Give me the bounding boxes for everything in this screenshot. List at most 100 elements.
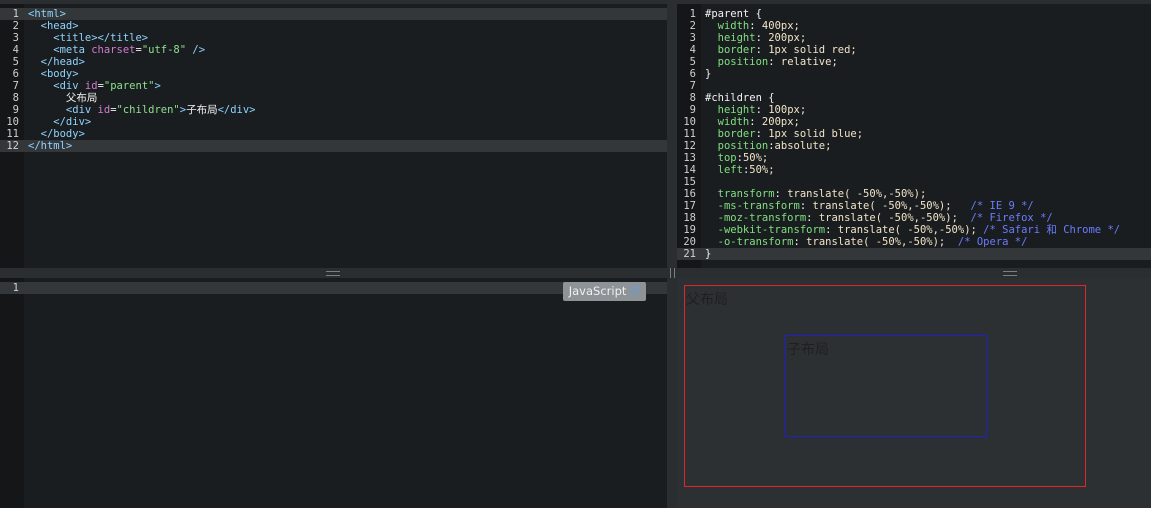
code-token: <meta (28, 44, 92, 56)
code-text: <head> (28, 20, 79, 32)
code-token: absolute; (774, 140, 832, 152)
code-token: : (793, 236, 807, 248)
code-line[interactable]: 8 父布局 (0, 92, 667, 104)
css-code-lines[interactable]: 1 #parent {2 width: 400px; 3 height: 200px… (677, 8, 1151, 260)
code-token: </head> (28, 56, 85, 68)
code-token: </body> (28, 128, 85, 140)
code-line[interactable]: 10 width: 200px; (677, 116, 1151, 128)
code-line[interactable]: 1 <html> (0, 8, 667, 20)
code-token: -o-transform (705, 236, 794, 248)
code-token: /> (186, 44, 206, 56)
code-line[interactable]: 7 (677, 80, 1151, 92)
code-line[interactable]: 3 height: 200px; (677, 32, 1151, 44)
code-text: </html> (28, 140, 72, 152)
code-line[interactable]: 9 <div id="children">子布局</div> (0, 104, 667, 116)
code-token: height (705, 32, 756, 44)
splitter-grip[interactable] (326, 271, 340, 276)
code-token: border (705, 128, 756, 140)
code-token: : (755, 44, 769, 56)
splitter-grip[interactable] (670, 268, 675, 278)
code-line[interactable]: 11 border: 1px solid blue; (677, 128, 1151, 140)
code-line[interactable]: 4 border: 1px solid red; (677, 44, 1151, 56)
right-horizontal-splitter[interactable] (677, 268, 1151, 278)
code-line[interactable]: 12 </html> (0, 140, 667, 152)
line-number: 13 (683, 152, 696, 164)
line-number: 3 (689, 32, 696, 44)
code-token: translate( -50%,-50%); (787, 188, 927, 200)
html-editor-pane[interactable]: 1 <html> 2 <head> 3 <title></title> 4 <meta … (0, 4, 667, 268)
code-line[interactable]: 16 transform: translate( -50%,-50%); (677, 188, 1151, 200)
code-token: : (749, 20, 762, 32)
preview-children-text: 子布局 (787, 342, 829, 358)
code-line[interactable]: 8 #children { (677, 92, 1151, 104)
code-text: transform: translate( -50%,-50%); (705, 188, 927, 200)
code-token: -moz-transform (705, 212, 807, 224)
code-line[interactable]: 5 </head> (0, 56, 667, 68)
code-line[interactable]: 1 #parent { (677, 8, 1151, 20)
code-token: #parent { (705, 8, 762, 20)
line-number: 1 (12, 8, 19, 20)
html-code-lines[interactable]: 1 <html> 2 <head> 3 <title></title> 4 <meta … (0, 8, 667, 152)
line-number: 10 (6, 116, 19, 128)
code-line[interactable]: 5 position: relative; (677, 56, 1151, 68)
code-text: height: 100px; (705, 104, 807, 116)
line-number: 1 (689, 8, 696, 20)
expand-arrows-icon[interactable]: ⤧ (630, 284, 640, 298)
code-line[interactable]: 6 <body> (0, 68, 667, 80)
code-token: : (806, 212, 819, 224)
code-token: left (705, 164, 743, 176)
code-token: translate( -50%,-50%); (837, 224, 977, 236)
code-line[interactable]: 10 </div> (0, 116, 667, 128)
code-line[interactable]: 18 -moz-transform: translate( -50%,-50%)… (677, 212, 1151, 224)
splitter-grip[interactable] (1003, 271, 1017, 276)
line-number: 5 (689, 56, 696, 68)
code-text: } (705, 68, 711, 80)
language-badge[interactable]: JavaScript ⤧ (562, 282, 646, 301)
code-token: -ms-transform (705, 200, 800, 212)
line-number: 19 (683, 224, 696, 236)
code-token: relative; (780, 56, 838, 68)
code-line[interactable]: 17 -ms-transform: translate( -50%,-50%);… (677, 200, 1151, 212)
code-line[interactable]: 12 position:absolute; (677, 140, 1151, 152)
line-number: 2 (12, 20, 19, 32)
line-number: 10 (683, 116, 696, 128)
result-preview-pane[interactable]: 父布局 子布局 (677, 278, 1151, 508)
code-token: "parent" (103, 80, 155, 92)
code-line[interactable]: 2 <head> (0, 20, 667, 32)
code-line[interactable]: 6} (677, 68, 1151, 80)
line-number: 3 (12, 32, 19, 44)
code-text: -moz-transform: translate( -50%,-50%); /… (705, 212, 1053, 224)
code-line[interactable]: 21} (677, 248, 1151, 260)
code-token: width (705, 20, 750, 32)
code-line[interactable]: 13 top:50%; (677, 152, 1151, 164)
code-line[interactable]: 19 -webkit-transform: translate( -50%,-5… (677, 224, 1151, 236)
code-line[interactable]: 15 (677, 176, 1151, 188)
line-number: 4 (689, 44, 696, 56)
code-text: position:absolute; (705, 140, 832, 152)
code-token: <title></title> (28, 32, 149, 44)
code-line[interactable]: 3 <title></title> (0, 32, 667, 44)
code-text: -webkit-transform: translate( -50%,-50%)… (705, 224, 1120, 236)
css-editor-pane[interactable]: 1 #parent {2 width: 400px; 3 height: 200px… (677, 4, 1151, 268)
code-token: <head> (28, 20, 79, 32)
code-token: 50%; (749, 164, 775, 176)
vertical-splitter[interactable] (667, 0, 677, 508)
code-line[interactable]: 11 </body> (0, 128, 667, 140)
code-line[interactable]: 2 width: 400px; (677, 20, 1151, 32)
js-editor-pane[interactable]: 1 JavaScript ⤧ (0, 278, 667, 508)
code-line[interactable]: 4 <meta charset="utf-8" /> (0, 44, 667, 56)
code-text: <div id="parent"> (28, 80, 161, 92)
code-token: position (705, 56, 769, 68)
code-token: <body> (28, 68, 79, 80)
code-token: charset (91, 44, 136, 56)
code-token: <html> (28, 8, 66, 20)
code-line[interactable]: 9 height: 100px; (677, 104, 1151, 116)
code-line[interactable]: 20 -o-transform: translate( -50%,-50%); … (677, 236, 1151, 248)
line-number: 9 (689, 104, 696, 116)
code-line[interactable]: 14 left:50%; (677, 164, 1151, 176)
code-token: : (825, 224, 838, 236)
code-line[interactable]: 7 <div id="parent"> (0, 80, 667, 92)
line-number: 4 (12, 44, 19, 56)
left-horizontal-splitter[interactable] (0, 268, 667, 278)
code-token: /* Firefox */ (957, 212, 1053, 224)
